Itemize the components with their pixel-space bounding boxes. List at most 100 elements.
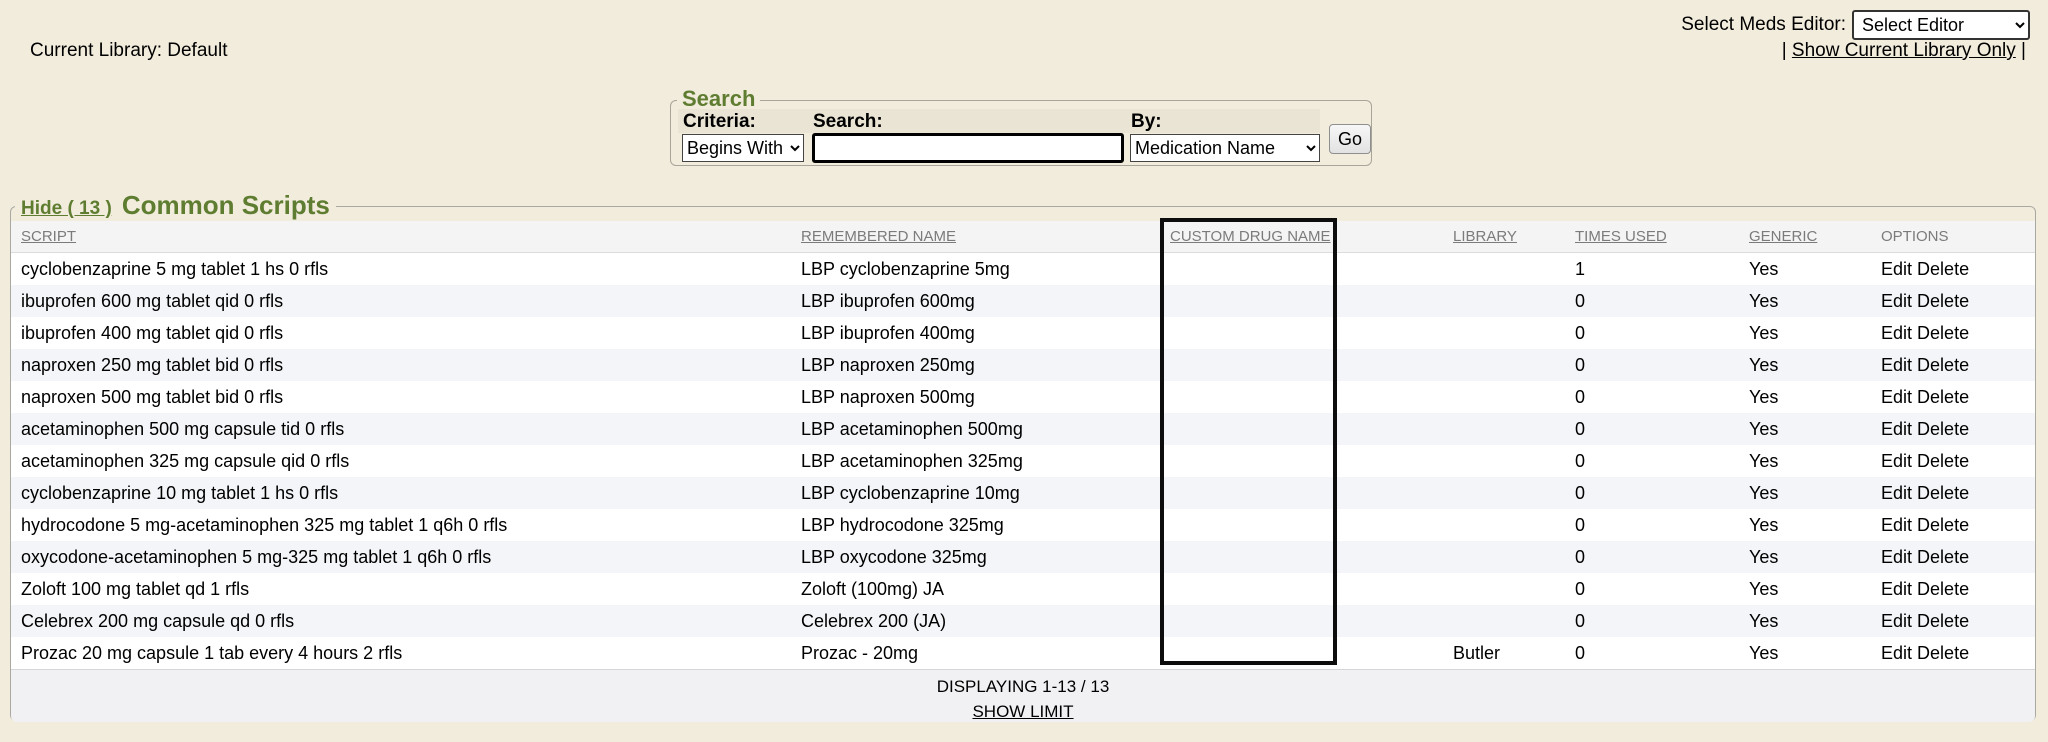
common-scripts-panel: Hide ( 13 ) Common Scripts SCRIPT REMEMB… xyxy=(10,206,2036,721)
options-cell: Edit Delete xyxy=(1881,643,2035,664)
common-scripts-legend: Hide ( 13 ) Common Scripts xyxy=(15,190,336,221)
delete-link[interactable]: Delete xyxy=(1917,323,1969,343)
scripts-table: SCRIPT REMEMBERED NAME CUSTOM DRUG NAME … xyxy=(11,221,2035,722)
edit-link[interactable]: Edit xyxy=(1881,387,1912,407)
options-cell: Edit Delete xyxy=(1881,611,2035,632)
remembered-name-cell: Prozac - 20mg xyxy=(801,643,1170,664)
sort-generic-header[interactable]: GENERIC xyxy=(1749,228,1817,245)
times-used-cell: 0 xyxy=(1575,483,1749,504)
sort-script-header[interactable]: SCRIPT xyxy=(21,228,76,245)
script-cell: cyclobenzaprine 5 mg tablet 1 hs 0 rfls xyxy=(11,259,801,280)
table-row: hydrocodone 5 mg-acetaminophen 325 mg ta… xyxy=(11,509,2035,541)
remembered-name-cell: LBP oxycodone 325mg xyxy=(801,547,1170,568)
meds-editor-select[interactable]: Select Editor xyxy=(1852,10,2030,40)
delete-link[interactable]: Delete xyxy=(1917,291,1969,311)
delete-link[interactable]: Delete xyxy=(1917,483,1969,503)
table-row: naproxen 500 mg tablet bid 0 rfls LBP na… xyxy=(11,381,2035,413)
edit-link[interactable]: Edit xyxy=(1881,611,1912,631)
show-limit-link[interactable]: SHOW LIMIT xyxy=(972,702,1073,722)
times-used-cell: 0 xyxy=(1575,355,1749,376)
options-header: OPTIONS xyxy=(1881,228,1949,245)
script-cell: naproxen 250 mg tablet bid 0 rfls xyxy=(11,355,801,376)
sort-custom-drug-name-header[interactable]: CUSTOM DRUG NAME xyxy=(1170,228,1331,245)
edit-link[interactable]: Edit xyxy=(1881,579,1912,599)
search-label-strip xyxy=(678,109,1320,133)
sort-library-header[interactable]: LIBRARY xyxy=(1453,228,1517,245)
delete-link[interactable]: Delete xyxy=(1917,259,1969,279)
times-used-cell: 0 xyxy=(1575,291,1749,312)
delete-link[interactable]: Delete xyxy=(1917,355,1969,375)
edit-link[interactable]: Edit xyxy=(1881,291,1912,311)
table-header-row: SCRIPT REMEMBERED NAME CUSTOM DRUG NAME … xyxy=(11,221,2035,253)
show-current-library-row: | Show Current Library Only | xyxy=(1782,40,2026,62)
script-cell: ibuprofen 400 mg tablet qid 0 rfls xyxy=(11,323,801,344)
options-cell: Edit Delete xyxy=(1881,355,2035,376)
times-used-cell: 0 xyxy=(1575,579,1749,600)
generic-cell: Yes xyxy=(1749,451,1881,472)
edit-link[interactable]: Edit xyxy=(1881,515,1912,535)
remembered-name-cell: Zoloft (100mg) JA xyxy=(801,579,1170,600)
options-cell: Edit Delete xyxy=(1881,291,2035,312)
remembered-name-cell: LBP hydrocodone 325mg xyxy=(801,515,1170,536)
edit-link[interactable]: Edit xyxy=(1881,323,1912,343)
options-cell: Edit Delete xyxy=(1881,419,2035,440)
generic-cell: Yes xyxy=(1749,579,1881,600)
table-row: Celebrex 200 mg capsule qd 0 rfls Celebr… xyxy=(11,605,2035,637)
table-row: cyclobenzaprine 5 mg tablet 1 hs 0 rfls … xyxy=(11,253,2035,285)
edit-link[interactable]: Edit xyxy=(1881,547,1912,567)
generic-cell: Yes xyxy=(1749,547,1881,568)
go-button[interactable]: Go xyxy=(1329,124,1371,154)
edit-link[interactable]: Edit xyxy=(1881,355,1912,375)
edit-link[interactable]: Edit xyxy=(1881,451,1912,471)
times-used-cell: 0 xyxy=(1575,643,1749,664)
sort-times-used-header[interactable]: TIMES USED xyxy=(1575,228,1667,245)
delete-link[interactable]: Delete xyxy=(1917,643,1969,663)
generic-cell: Yes xyxy=(1749,291,1881,312)
current-library-label: Current Library: Default xyxy=(30,40,227,62)
script-cell: acetaminophen 325 mg capsule qid 0 rfls xyxy=(11,451,801,472)
delete-link[interactable]: Delete xyxy=(1917,611,1969,631)
script-cell: hydrocodone 5 mg-acetaminophen 325 mg ta… xyxy=(11,515,801,536)
criteria-select[interactable]: Begins With xyxy=(682,134,804,162)
by-label: By: xyxy=(1131,111,1162,133)
edit-link[interactable]: Edit xyxy=(1881,419,1912,439)
remembered-name-cell: LBP naproxen 500mg xyxy=(801,387,1170,408)
times-used-cell: 0 xyxy=(1575,387,1749,408)
separator: | xyxy=(2016,40,2026,61)
displaying-count: DISPLAYING 1-13 / 13 xyxy=(11,677,2035,697)
delete-link[interactable]: Delete xyxy=(1917,419,1969,439)
table-row: ibuprofen 600 mg tablet qid 0 rfls LBP i… xyxy=(11,285,2035,317)
generic-cell: Yes xyxy=(1749,611,1881,632)
edit-link[interactable]: Edit xyxy=(1881,643,1912,663)
generic-cell: Yes xyxy=(1749,259,1881,280)
edit-link[interactable]: Edit xyxy=(1881,259,1912,279)
remembered-name-cell: LBP ibuprofen 400mg xyxy=(801,323,1170,344)
generic-cell: Yes xyxy=(1749,515,1881,536)
options-cell: Edit Delete xyxy=(1881,323,2035,344)
delete-link[interactable]: Delete xyxy=(1917,579,1969,599)
common-scripts-title: Common Scripts xyxy=(122,190,330,221)
criteria-label: Criteria: xyxy=(683,111,756,133)
by-select[interactable]: Medication Name xyxy=(1130,134,1320,162)
times-used-cell: 0 xyxy=(1575,419,1749,440)
remembered-name-cell: Celebrex 200 (JA) xyxy=(801,611,1170,632)
table-footer: DISPLAYING 1-13 / 13 SHOW LIMIT xyxy=(11,669,2035,722)
remembered-name-cell: LBP acetaminophen 500mg xyxy=(801,419,1170,440)
edit-link[interactable]: Edit xyxy=(1881,483,1912,503)
remembered-name-cell: LBP naproxen 250mg xyxy=(801,355,1170,376)
table-row: Zoloft 100 mg tablet qd 1 rfls Zoloft (1… xyxy=(11,573,2035,605)
table-row: ibuprofen 400 mg tablet qid 0 rfls LBP i… xyxy=(11,317,2035,349)
sort-remembered-name-header[interactable]: REMEMBERED NAME xyxy=(801,228,956,245)
options-cell: Edit Delete xyxy=(1881,451,2035,472)
table-body: cyclobenzaprine 5 mg tablet 1 hs 0 rfls … xyxy=(11,253,2035,669)
delete-link[interactable]: Delete xyxy=(1917,515,1969,535)
delete-link[interactable]: Delete xyxy=(1917,547,1969,567)
meds-editor-label: Select Meds Editor: xyxy=(1681,14,1846,36)
times-used-cell: 0 xyxy=(1575,515,1749,536)
library-cell: Butler xyxy=(1453,643,1575,664)
search-input[interactable] xyxy=(812,133,1124,163)
delete-link[interactable]: Delete xyxy=(1917,451,1969,471)
show-current-library-link[interactable]: Show Current Library Only xyxy=(1792,40,2016,61)
hide-toggle-link[interactable]: Hide ( 13 ) xyxy=(21,198,112,220)
delete-link[interactable]: Delete xyxy=(1917,387,1969,407)
